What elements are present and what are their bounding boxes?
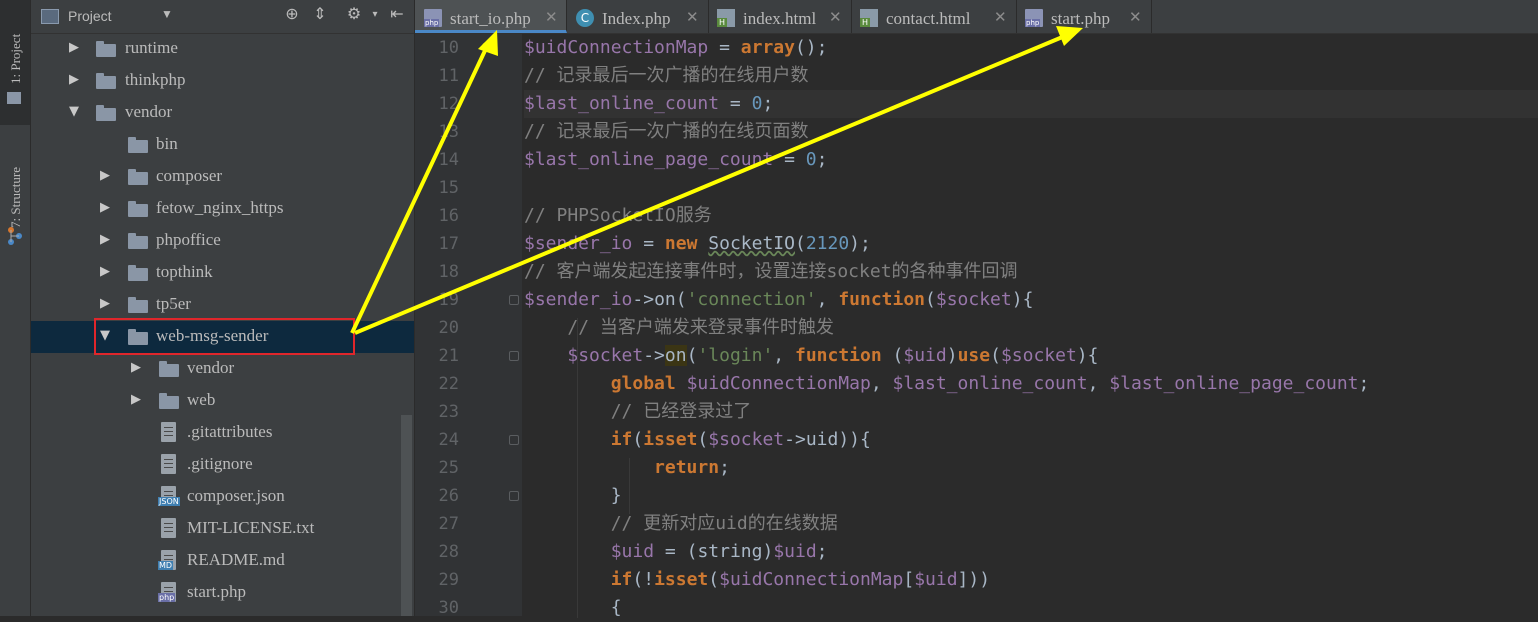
annotation-arrows [350,26,1083,335]
arrow-to-start-io-tab [350,37,492,334]
arrowhead-start-io [478,30,498,56]
arrow-to-start-php-tab [354,31,1075,335]
arrowhead-start-php [1056,26,1083,46]
